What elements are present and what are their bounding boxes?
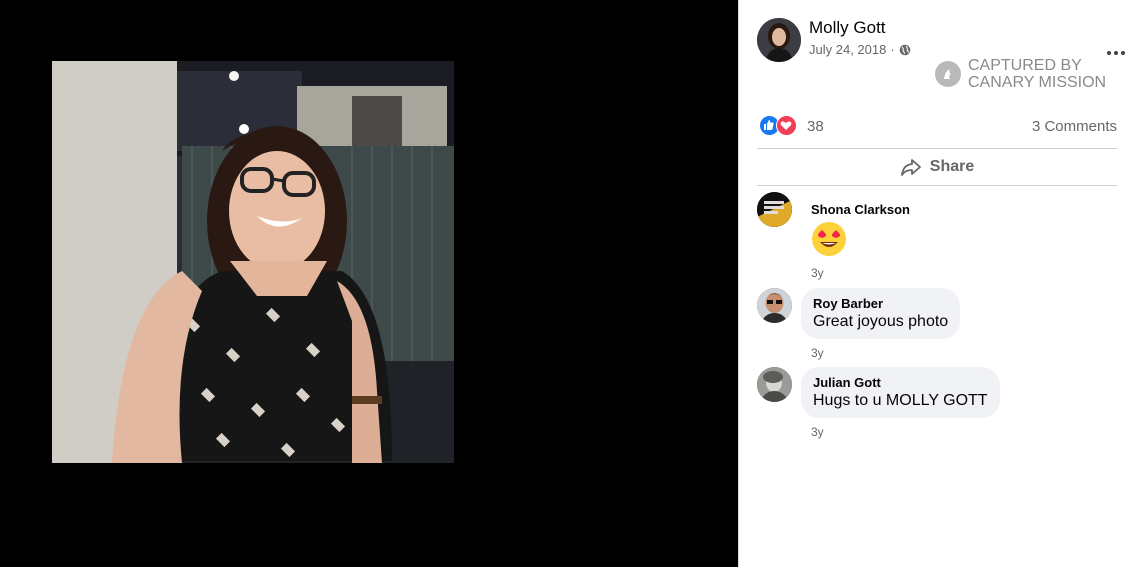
reactions-bar: 38 3 Comments (757, 114, 1117, 138)
comment-item: Shona Clarkson 3y (757, 192, 1117, 282)
post-side-panel: Molly Gott July 24, 2018 · CAPTURED BY C… (738, 0, 1126, 567)
heart-eyes-emoji (812, 222, 846, 256)
divider (757, 185, 1117, 186)
commenter-avatar[interactable] (757, 192, 792, 227)
reaction-count[interactable]: 38 (807, 118, 824, 135)
meta-separator: · (890, 42, 895, 57)
canary-logo-icon (935, 61, 961, 87)
commenter-avatar[interactable] (757, 288, 792, 323)
reaction-icons[interactable] (759, 115, 799, 137)
post-date[interactable]: July 24, 2018 (809, 42, 886, 57)
comment-text: Hugs to u MOLLY GOTT (813, 392, 988, 409)
share-label: Share (929, 158, 975, 175)
comment-bubble: Julian Gott Hugs to u MOLLY GOTT (801, 367, 1000, 418)
globe-icon (899, 44, 910, 55)
comment-item: Julian Gott Hugs to u MOLLY GOTT 3y (757, 367, 1117, 439)
photo-viewer (0, 0, 738, 567)
post-photo[interactable] (52, 61, 454, 463)
author-avatar[interactable] (757, 18, 801, 62)
share-icon (900, 159, 921, 176)
comment-item: Roy Barber Great joyous photo 3y (757, 288, 1117, 360)
watermark-text: CAPTURED BY CANARY MISSION (968, 57, 1106, 91)
comment-bubble: Roy Barber Great joyous photo (801, 288, 961, 339)
commenter-name[interactable]: Julian Gott (813, 375, 988, 390)
commenter-avatar[interactable] (757, 367, 792, 402)
comment-time[interactable]: 3y (811, 425, 824, 439)
post-meta: July 24, 2018 · (809, 42, 911, 57)
watermark-line-2: CANARY MISSION (968, 74, 1107, 91)
commenter-name[interactable]: Shona Clarkson (811, 202, 910, 217)
love-icon (776, 115, 797, 136)
share-button[interactable]: Share (757, 149, 1117, 185)
comments-count-link[interactable]: 3 Comments (1032, 118, 1117, 135)
watermark-line-1: CAPTURED BY (968, 57, 1082, 74)
comment-time[interactable]: 3y (811, 346, 824, 360)
commenter-name[interactable]: Roy Barber (813, 296, 948, 311)
canary-mission-watermark: CAPTURED BY CANARY MISSION (935, 57, 1121, 97)
comment-text: Great joyous photo (813, 313, 949, 330)
author-name[interactable]: Molly Gott (809, 18, 886, 38)
comment-bubble: Shona Clarkson (801, 194, 922, 265)
post-photo-image (52, 61, 454, 463)
comment-time[interactable]: 3y (811, 266, 824, 280)
